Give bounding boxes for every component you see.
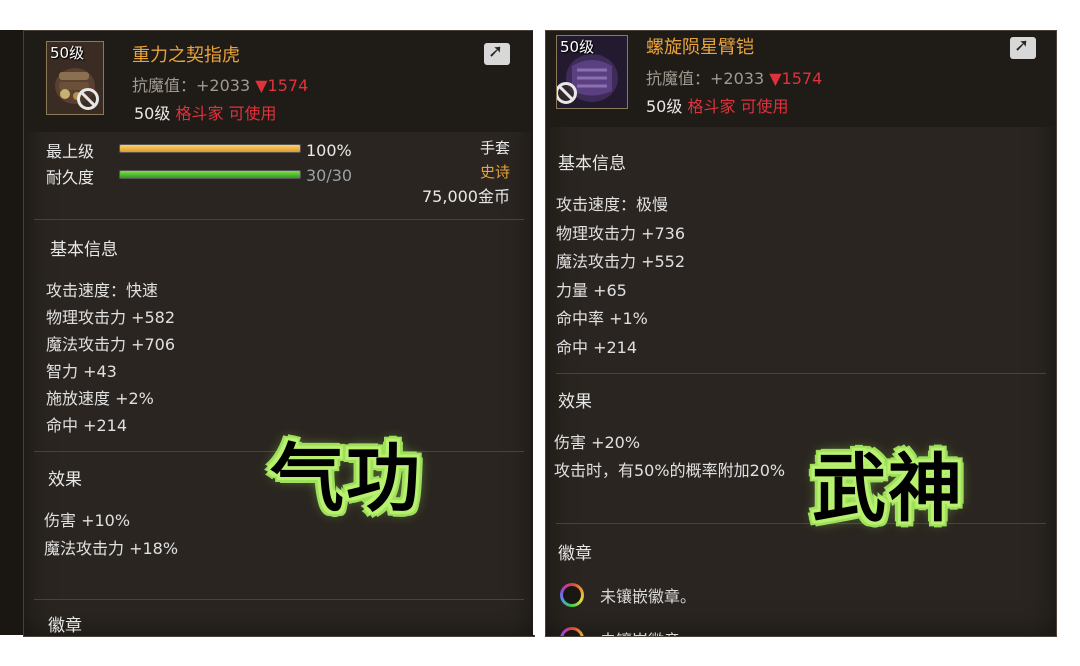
stat-line: 智力 +43 — [46, 362, 117, 381]
stat-line: 命中 +214 — [556, 337, 638, 357]
grade-label: 最上级 — [46, 142, 95, 161]
stat-line: 魔法攻击力 +552 — [556, 252, 686, 271]
item-icon-gauntlet: 50级 — [556, 35, 628, 109]
effect-title: 效果 — [558, 392, 592, 412]
class-restriction: 格斗家 可使用 — [175, 104, 277, 123]
emblem-socket-icon — [560, 583, 584, 607]
divider — [34, 599, 524, 600]
resist-line: 抗魔值：+2033 ▼1574 — [646, 65, 822, 89]
item-level-badge: 50级 — [50, 44, 85, 62]
divider — [34, 219, 524, 220]
grade-value: 100% — [306, 141, 352, 160]
basic-info-title: 基本信息 — [50, 240, 118, 260]
item-tooltip-right: 50级 螺旋陨星臂铠 抗魔值：+2033 ▼1574 50级 格斗家 可使用 基… — [545, 30, 1057, 637]
durability-label: 耐久度 — [46, 168, 95, 187]
requirement-line: 50级 格斗家 可使用 — [134, 100, 277, 124]
sell-price: 75,000金币 — [422, 187, 510, 206]
stat-line: 魔法攻击力 +706 — [46, 335, 176, 354]
effect-line: 攻击时，有50%的概率附加20% — [554, 461, 786, 480]
item-tooltip-left: 50级 重力之契指虎 抗魔值：+2033 ▼1574 50级 格斗家 可使用 最… — [23, 30, 535, 637]
stat-line: 命中率 +1% — [556, 309, 648, 328]
resist-label: 抗魔值：+2033 — [132, 76, 251, 95]
stat-line: 物理攻击力 +582 — [46, 308, 176, 327]
effect-line: 伤害 +10% — [44, 511, 131, 530]
prohibited-icon — [557, 82, 577, 104]
stat-line: 攻击速度：极慢 — [556, 195, 669, 214]
effect-title: 效果 — [48, 470, 82, 490]
durability-value: 30/30 — [306, 166, 353, 185]
divider — [556, 523, 1046, 524]
grade-bar-fill — [120, 145, 300, 152]
rarity-label: 史诗 — [479, 163, 510, 181]
item-icon-knuckles: 50级 — [46, 41, 104, 115]
stat-line: 施放速度 +2% — [46, 389, 154, 408]
item-name: 重力之契指虎 — [132, 45, 240, 66]
effects-list: 伤害 +20% 攻击时，有50%的概率附加20% — [554, 429, 785, 485]
durability-bar — [119, 170, 301, 179]
share-icon[interactable] — [1010, 35, 1036, 59]
resist-diff: ▼1574 — [769, 69, 823, 88]
class-sticker: 气功 — [270, 436, 422, 522]
basic-stats-list: 攻击速度：极慢 物理攻击力 +736 魔法攻击力 +552 力量 +65 命中率… — [556, 191, 685, 362]
prohibited-icon — [77, 88, 99, 110]
equipment-slot: 手套 — [479, 139, 510, 157]
durability-bar-fill — [120, 171, 300, 178]
background-edge — [0, 30, 23, 635]
grade-bar — [119, 144, 301, 153]
stat-line: 命中 +214 — [46, 416, 128, 435]
basic-stats-list: 攻击速度：快速 物理攻击力 +582 魔法攻击力 +706 智力 +43 施放速… — [46, 277, 175, 439]
item-name: 螺旋陨星臂铠 — [646, 37, 754, 58]
resist-label: 抗魔值：+2033 — [646, 69, 765, 88]
requirement-line: 50级 格斗家 可使用 — [646, 93, 789, 117]
effects-list: 伤害 +10% 魔法攻击力 +18% — [44, 507, 178, 563]
emblem-socket-icon — [560, 627, 584, 636]
resist-line: 抗魔值：+2033 ▼1574 — [132, 72, 308, 96]
required-level: 50级 — [134, 104, 171, 123]
emblem-slot-text: 未镶嵌徽章 — [600, 627, 680, 636]
resist-diff: ▼1574 — [255, 76, 309, 95]
emblem-title: 徽章 — [558, 544, 592, 564]
class-restriction: 格斗家 可使用 — [687, 97, 789, 116]
stat-line: 物理攻击力 +736 — [556, 223, 686, 243]
share-icon[interactable] — [484, 41, 510, 65]
stat-line: 攻击速度：快速 — [46, 281, 159, 300]
gap — [533, 30, 545, 635]
stat-line: 力量 +65 — [556, 280, 627, 300]
emblem-slot-text: 未镶嵌徽章。 — [600, 587, 697, 606]
emblem-title: 徽章 — [48, 616, 82, 636]
required-level: 50级 — [646, 97, 683, 116]
class-sticker: 武神 — [812, 446, 964, 532]
divider — [556, 373, 1046, 374]
effect-line: 伤害 +20% — [554, 433, 641, 452]
item-level-badge: 50级 — [560, 38, 595, 56]
effect-line: 魔法攻击力 +18% — [44, 539, 179, 558]
basic-info-title: 基本信息 — [558, 154, 626, 174]
